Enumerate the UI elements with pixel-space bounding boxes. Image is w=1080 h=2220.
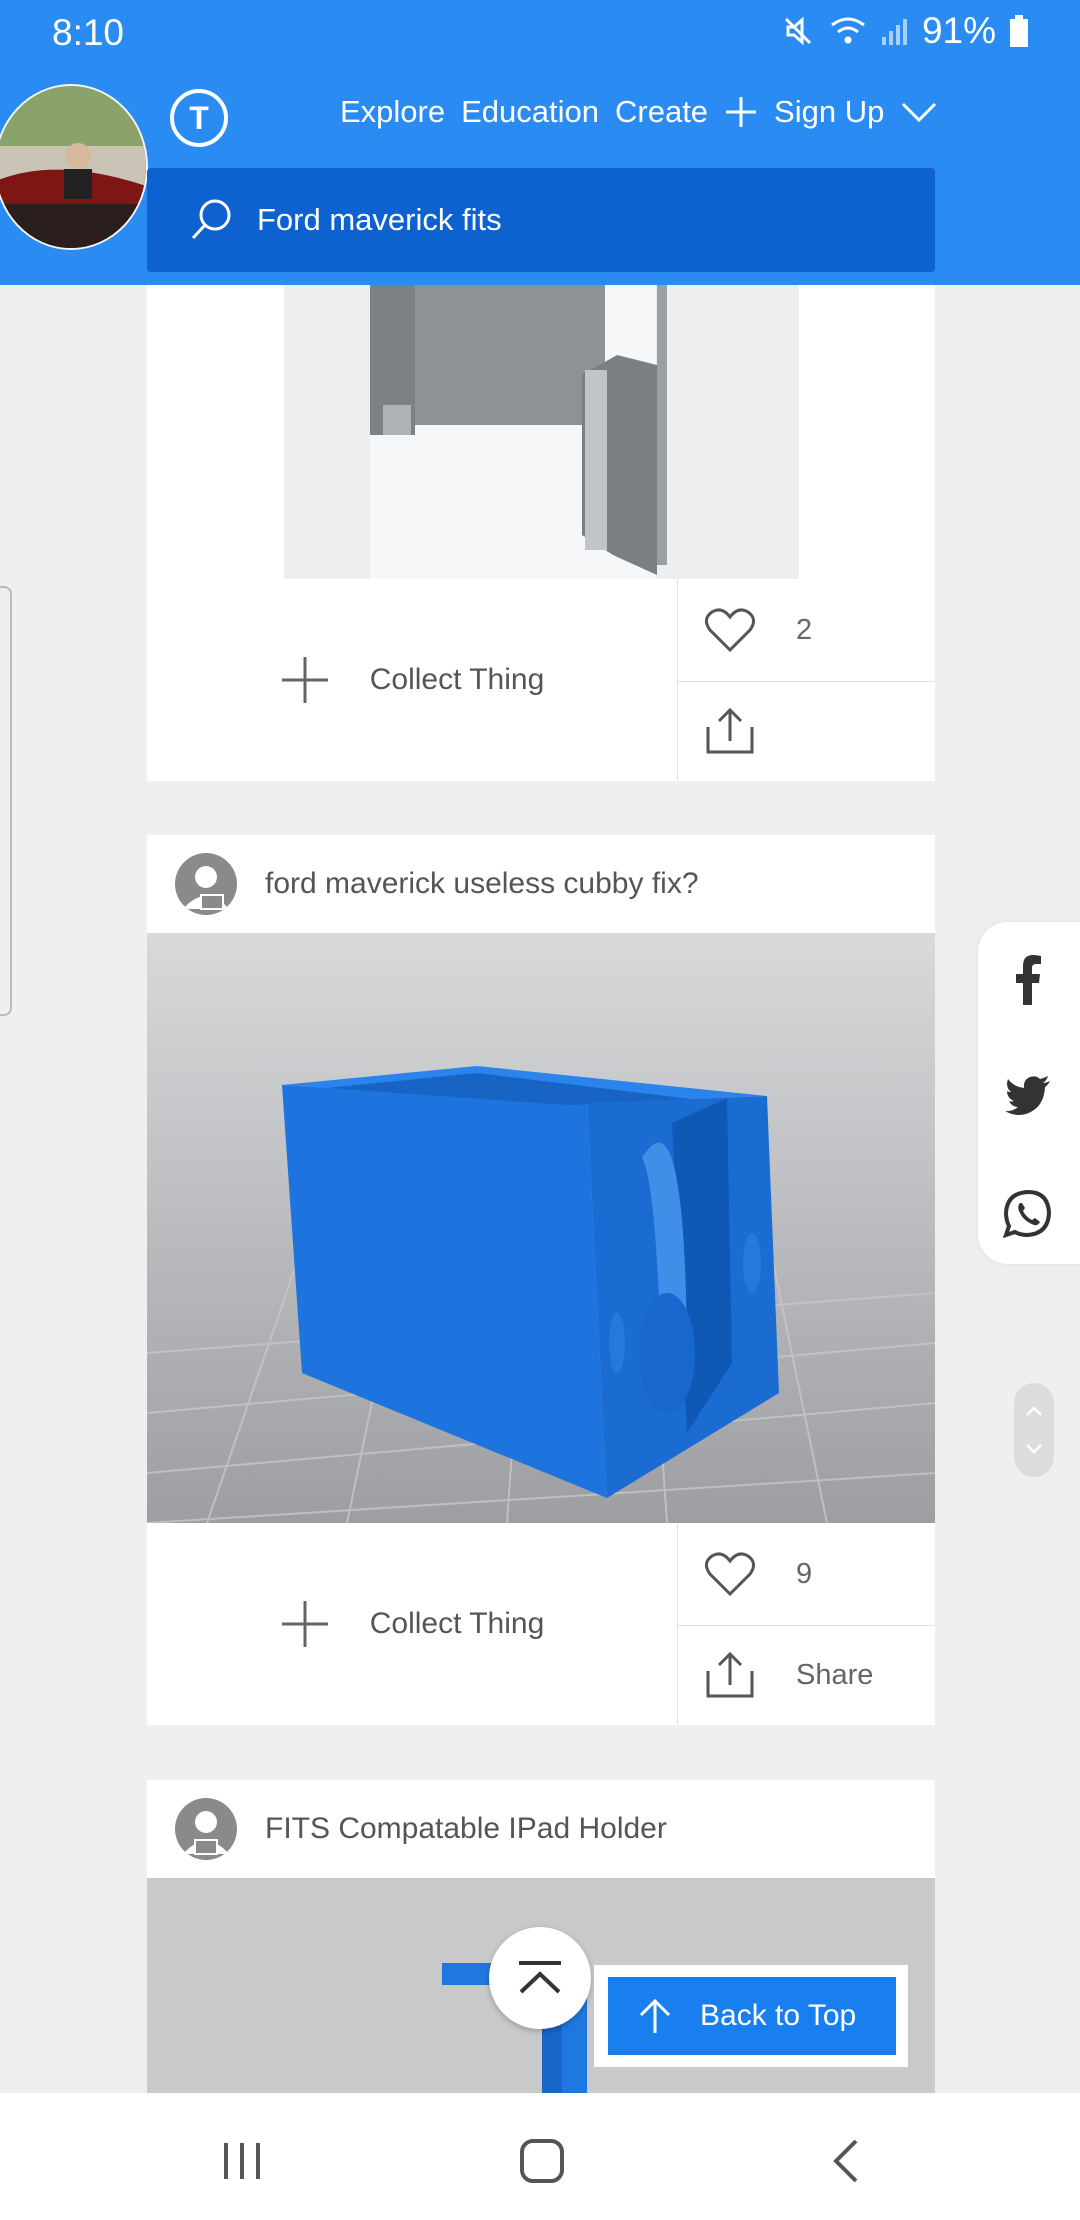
heart-icon <box>705 608 755 653</box>
battery-percent: 91% <box>921 10 996 51</box>
back-to-top-label: Back to Top <box>700 1999 857 2032</box>
nav-explore[interactable]: Explore <box>340 94 445 130</box>
search-bar[interactable]: Ford maverick fits <box>147 168 935 272</box>
app-header: 8:10 91% T Explore Education Create Sign… <box>0 0 1080 285</box>
card-header[interactable]: ford maverick useless cubby fix? <box>147 835 935 933</box>
card-header[interactable]: FITS Compatable IPad Holder <box>147 1780 935 1878</box>
like-count: 2 <box>796 613 813 646</box>
profile-avatar[interactable] <box>0 84 148 250</box>
nav-signup[interactable]: Sign Up <box>774 94 884 130</box>
scroll-to-top-button[interactable] <box>489 1927 591 2029</box>
collect-thing-label: Collect Thing <box>369 663 545 696</box>
back-icon <box>833 2139 858 2183</box>
status-icons: 91% <box>780 10 1030 52</box>
thing-image[interactable] <box>147 933 935 1523</box>
collect-thing-button[interactable]: Collect Thing <box>147 1523 677 1725</box>
chevron-up-icon <box>1026 1406 1042 1416</box>
arrow-up-icon <box>639 1998 671 2033</box>
collect-thing-label: Collect Thing <box>369 1607 545 1640</box>
home-icon <box>520 2139 564 2183</box>
heart-icon <box>705 1552 755 1597</box>
like-button[interactable]: 9 <box>678 1523 935 1626</box>
mute-icon <box>784 16 811 46</box>
plus-icon <box>281 1601 328 1647</box>
chevron-down-icon[interactable] <box>900 100 938 124</box>
back-to-top-container: Back to Top <box>594 1965 908 2067</box>
search-icon <box>191 199 231 240</box>
nav-create[interactable]: Create <box>615 94 708 130</box>
plus-icon[interactable] <box>724 95 758 129</box>
edge-panel-handle[interactable] <box>0 586 12 1016</box>
thing-card: ford maverick useless cubby fix? Collect… <box>147 835 935 1725</box>
chevron-down-icon <box>1026 1444 1042 1454</box>
user-avatar[interactable] <box>175 1798 237 1860</box>
nav-education[interactable]: Education <box>461 94 599 130</box>
back-button[interactable] <box>816 2131 876 2191</box>
twitter-icon[interactable] <box>1000 1068 1056 1124</box>
recent-apps-button[interactable] <box>212 2131 272 2191</box>
share-icon <box>706 707 754 754</box>
back-to-top-button[interactable]: Back to Top <box>608 1977 896 2055</box>
home-button[interactable] <box>512 2131 572 2191</box>
share-rail <box>978 922 1080 1264</box>
share-icon <box>706 1651 754 1698</box>
battery-icon <box>1010 15 1028 47</box>
user-avatar[interactable] <box>175 853 237 915</box>
card-actions: 9 Share <box>677 1523 935 1725</box>
share-button[interactable]: Share <box>678 1625 935 1725</box>
like-count: 9 <box>796 1557 813 1590</box>
double-chevron-up-icon <box>519 1961 561 1994</box>
plus-icon <box>281 657 328 703</box>
card-actions: 2 <box>677 579 935 781</box>
like-button[interactable]: 2 <box>678 579 935 682</box>
thingiverse-logo[interactable]: T <box>170 89 228 147</box>
thing-title[interactable]: ford maverick useless cubby fix? <box>265 867 699 901</box>
status-time: 8:10 <box>52 12 125 53</box>
system-nav-bar <box>0 2093 1080 2220</box>
share-label: Share <box>796 1658 874 1691</box>
thing-image[interactable] <box>147 285 935 579</box>
thing-card: Collect Thing 2 <box>147 285 935 781</box>
thing-title[interactable]: FITS Compatable IPad Holder <box>265 1812 667 1846</box>
facebook-icon[interactable] <box>1000 952 1056 1008</box>
recent-apps-icon <box>224 2143 260 2179</box>
wifi-icon <box>831 17 865 44</box>
top-nav: Explore Education Create Sign Up <box>340 94 938 130</box>
whatsapp-icon[interactable] <box>1000 1186 1056 1242</box>
search-input[interactable]: Ford maverick fits <box>257 202 502 238</box>
scroll-control[interactable] <box>1014 1383 1054 1477</box>
collect-thing-button[interactable]: Collect Thing <box>147 579 677 781</box>
share-button[interactable] <box>678 681 935 781</box>
signal-icon <box>881 19 907 45</box>
